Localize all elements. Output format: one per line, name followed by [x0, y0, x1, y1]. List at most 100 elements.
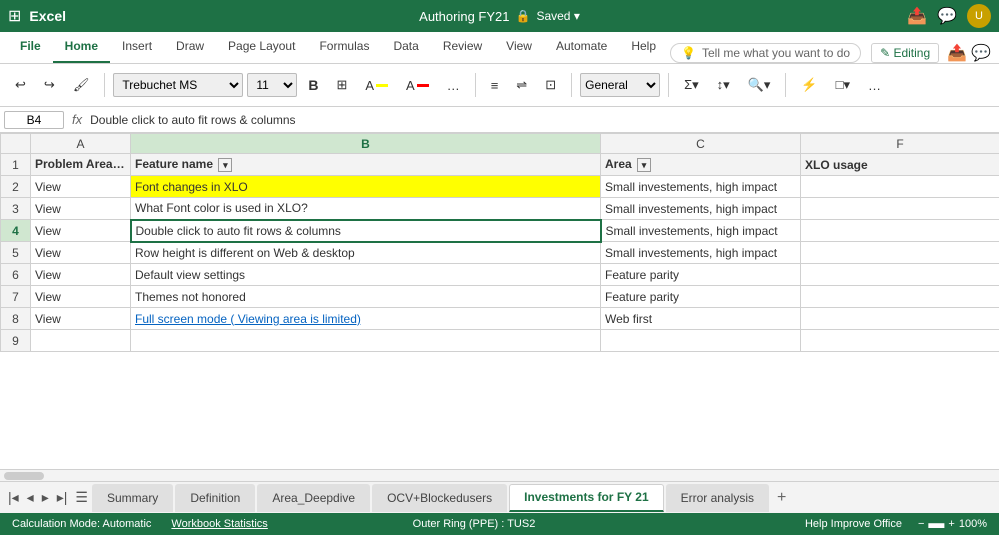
tab-help[interactable]: Help: [619, 31, 668, 63]
cell-B8[interactable]: Full screen mode ( Viewing area is limit…: [131, 308, 601, 330]
header-area[interactable]: Area ▾: [601, 154, 801, 176]
bold-button[interactable]: B: [301, 73, 325, 97]
cell-C3[interactable]: Small investements, high impact: [601, 198, 801, 220]
tab-definition[interactable]: Definition: [175, 484, 255, 512]
cell-C8[interactable]: Web first: [601, 308, 801, 330]
cell-B4[interactable]: Double click to auto fit rows & columns: [131, 220, 601, 242]
tab-formulas[interactable]: Formulas: [307, 31, 381, 63]
cell-B9[interactable]: [131, 330, 601, 352]
cell-B7[interactable]: Themes not honored: [131, 286, 601, 308]
editing-button[interactable]: ✎ Editing: [871, 43, 939, 63]
more-font-button[interactable]: …: [440, 74, 467, 97]
calc-mode-label[interactable]: Calculation Mode: Automatic: [12, 518, 151, 530]
cell-A6[interactable]: View: [31, 264, 131, 286]
app-grid-icon[interactable]: ⊞: [8, 6, 21, 26]
cell-A4[interactable]: View: [31, 220, 131, 242]
undo-button[interactable]: ↩: [8, 73, 33, 97]
cell-C9[interactable]: [601, 330, 801, 352]
cell-A2[interactable]: View: [31, 176, 131, 198]
comments-icon[interactable]: 💬: [937, 6, 957, 26]
cell-B2[interactable]: Font changes in XLO: [131, 176, 601, 198]
filter-feature-name[interactable]: ▾: [218, 158, 232, 172]
font-size-select[interactable]: 11: [247, 73, 297, 97]
filter-area[interactable]: ▾: [637, 158, 651, 172]
header-xlo-usage[interactable]: XLO usage: [801, 154, 999, 176]
col-header-B[interactable]: B: [131, 134, 601, 154]
tab-nav-last[interactable]: ▸|: [53, 487, 72, 508]
cell-C6[interactable]: Feature parity: [601, 264, 801, 286]
col-header-A[interactable]: A: [31, 134, 131, 154]
cell-C7[interactable]: Feature parity: [601, 286, 801, 308]
zoom-slider[interactable]: ▬: [928, 515, 944, 533]
cell-A5[interactable]: View: [31, 242, 131, 264]
tab-automate[interactable]: Automate: [544, 31, 619, 63]
more-tools-button[interactable]: …: [861, 74, 888, 97]
cell-style-button[interactable]: □▾: [829, 73, 857, 97]
scrollbar-thumb[interactable]: [4, 472, 44, 480]
font-name-select[interactable]: Trebuchet MS: [113, 73, 243, 97]
borders-button[interactable]: ⊞: [329, 73, 354, 97]
lightning-button[interactable]: ⚡: [794, 73, 824, 97]
saved-indicator[interactable]: Saved ▾: [536, 9, 579, 23]
horizontal-scrollbar[interactable]: [0, 469, 999, 481]
help-improve-label[interactable]: Help Improve Office: [805, 518, 902, 530]
tab-home[interactable]: Home: [53, 31, 110, 63]
formula-input[interactable]: [90, 113, 995, 127]
cell-A7[interactable]: View: [31, 286, 131, 308]
tab-file[interactable]: File: [8, 31, 53, 63]
cell-F4[interactable]: [801, 220, 999, 242]
tab-page-layout[interactable]: Page Layout: [216, 31, 307, 63]
cell-F8[interactable]: [801, 308, 999, 330]
cell-F7[interactable]: [801, 286, 999, 308]
cell-A8[interactable]: View: [31, 308, 131, 330]
tab-nav-left[interactable]: ◂: [23, 487, 38, 508]
cell-F5[interactable]: [801, 242, 999, 264]
tab-ocv-blockedusers[interactable]: OCV+Blockedusers: [372, 484, 507, 512]
cell-F9[interactable]: [801, 330, 999, 352]
align-left-button[interactable]: ≡: [484, 74, 506, 97]
cell-B3[interactable]: What Font color is used in XLO?: [131, 198, 601, 220]
cell-C5[interactable]: Small investements, high impact: [601, 242, 801, 264]
tab-review[interactable]: Review: [431, 31, 494, 63]
merge-button[interactable]: ⊡: [538, 73, 563, 97]
cell-F2[interactable]: [801, 176, 999, 198]
sum-button[interactable]: Σ▾: [677, 73, 706, 97]
zoom-in-icon[interactable]: +: [948, 518, 954, 530]
add-sheet-button[interactable]: +: [771, 487, 792, 509]
share-icon[interactable]: 📤: [907, 6, 927, 26]
tab-error-analysis[interactable]: Error analysis: [666, 484, 769, 512]
header-problem-area[interactable]: Problem Area ▾: [31, 154, 131, 176]
redo-button[interactable]: ↪: [37, 73, 62, 97]
zoom-control[interactable]: − ▬ + 100%: [918, 515, 987, 533]
tab-area-deepdive[interactable]: Area_Deepdive: [257, 484, 370, 512]
cell-C4[interactable]: Small investements, high impact: [601, 220, 801, 242]
cell-F3[interactable]: [801, 198, 999, 220]
number-format-select[interactable]: General: [580, 73, 660, 97]
cell-reference-box[interactable]: [4, 111, 64, 129]
cell-A9[interactable]: [31, 330, 131, 352]
cell-B6[interactable]: Default view settings: [131, 264, 601, 286]
format-painter-button[interactable]: 🖌: [66, 73, 97, 97]
tab-data[interactable]: Data: [381, 31, 430, 63]
tab-investments-fy21[interactable]: Investments for FY 21: [509, 484, 664, 512]
header-feature-name[interactable]: Feature name ▾: [131, 154, 601, 176]
tab-view[interactable]: View: [494, 31, 544, 63]
cell-B5[interactable]: Row height is different on Web & desktop: [131, 242, 601, 264]
font-color-button[interactable]: A: [399, 74, 436, 97]
col-header-C[interactable]: C: [601, 134, 801, 154]
tab-draw[interactable]: Draw: [164, 31, 216, 63]
share-ribbon-icon[interactable]: 📤: [947, 43, 967, 63]
comments-ribbon-icon[interactable]: 💬: [971, 43, 991, 63]
avatar[interactable]: U: [967, 4, 991, 28]
cell-C2[interactable]: Small investements, high impact: [601, 176, 801, 198]
workbook-stats-button[interactable]: Workbook Statistics: [171, 518, 267, 530]
sort-button[interactable]: ↕▾: [710, 73, 737, 97]
cell-F6[interactable]: [801, 264, 999, 286]
wrap-text-button[interactable]: ⇌: [509, 73, 534, 97]
find-button[interactable]: 🔍▾: [741, 73, 778, 97]
tab-nav-right[interactable]: ▸: [38, 487, 53, 508]
tab-summary[interactable]: Summary: [92, 484, 173, 512]
sheet-menu-button[interactable]: ☰: [71, 487, 92, 508]
tab-insert[interactable]: Insert: [110, 31, 164, 63]
tell-me-box[interactable]: 💡 Tell me what you want to do: [670, 43, 861, 63]
